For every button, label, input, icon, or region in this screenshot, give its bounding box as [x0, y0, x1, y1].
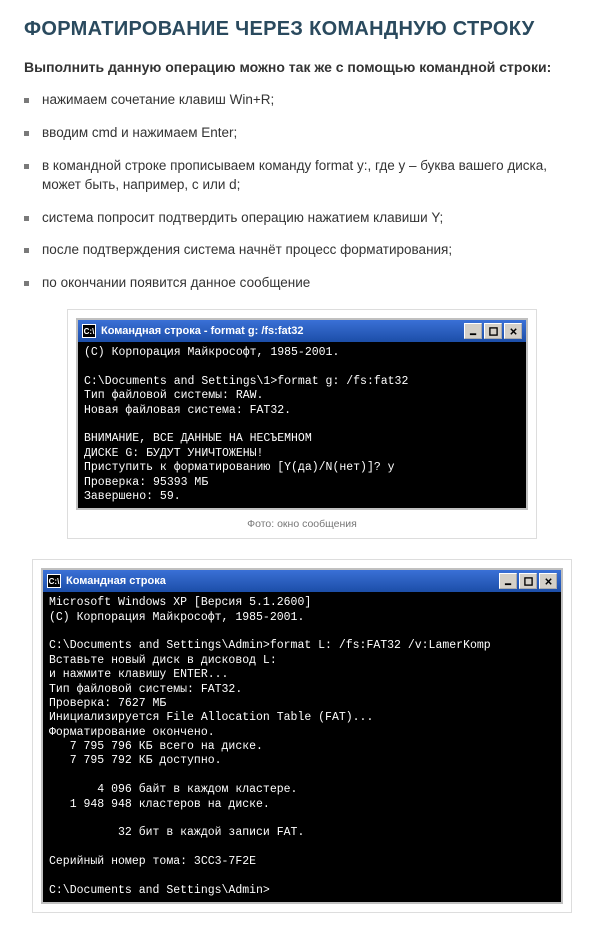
close-button[interactable] [504, 323, 522, 339]
minimize-button[interactable] [464, 323, 482, 339]
window-title: Командная строка [66, 575, 166, 587]
window-title: Командная строка - format g: /fs:fat32 [101, 325, 304, 337]
title-bar: C:\ Командная строка - format g: /fs:fat… [78, 320, 526, 342]
close-button[interactable] [539, 573, 557, 589]
cmd-output: Microsoft Windows XP [Версия 5.1.2600] (… [43, 592, 561, 902]
cmd-output: (С) Корпорация Майкрософт, 1985-2001. C:… [78, 342, 526, 508]
steps-list: нажимаем сочетание клавиш Win+R; вводим … [24, 91, 580, 293]
intro-text: Выполнить данную операцию можно так же с… [24, 59, 580, 75]
cmd-window-1: C:\ Командная строка - format g: /fs:fat… [76, 318, 528, 510]
window-controls [464, 323, 522, 339]
list-item: после подтверждения система начнёт проце… [24, 241, 580, 260]
title-bar: C:\ Командная строка [43, 570, 561, 592]
cmd-window-2: C:\ Командная строка Microsoft Windows X… [41, 568, 563, 904]
list-item: нажимаем сочетание клавиш Win+R; [24, 91, 580, 110]
section-heading: ФОРМАТИРОВАНИЕ ЧЕРЕЗ КОМАНДНУЮ СТРОКУ [24, 18, 580, 41]
maximize-button[interactable] [519, 573, 537, 589]
maximize-button[interactable] [484, 323, 502, 339]
list-item: в командной строке прописываем команду f… [24, 157, 580, 195]
cmd-icon: C:\ [82, 324, 96, 338]
cmd-icon: C:\ [47, 574, 61, 588]
figure-caption: Фото: окно сообщения [76, 518, 528, 530]
figure-1: C:\ Командная строка - format g: /fs:fat… [67, 309, 537, 539]
window-controls [499, 573, 557, 589]
minimize-button[interactable] [499, 573, 517, 589]
list-item: система попросит подтвердить операцию на… [24, 209, 580, 228]
figure-2: C:\ Командная строка Microsoft Windows X… [32, 559, 572, 913]
list-item: вводим cmd и нажимаем Enter; [24, 124, 580, 143]
list-item: по окончании появится данное сообщение [24, 274, 580, 293]
